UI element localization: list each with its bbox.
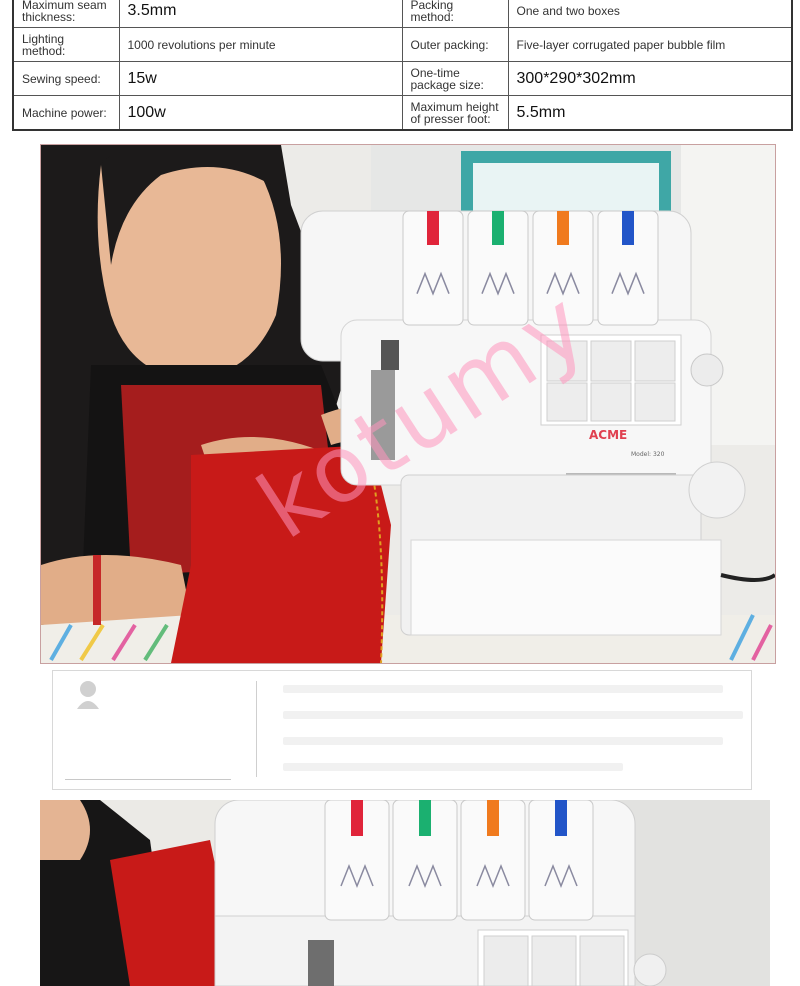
spec-value: 300*290*302mm [507, 61, 793, 96]
overlock-machine-closeup [40, 800, 770, 986]
spec-label: Maximum height of presser foot: [401, 95, 509, 131]
spec-row: Machine power: 100w Maximum height of pr… [12, 95, 793, 131]
spec-table: Maximum seam thickness: 3.5mm Packing me… [12, 0, 793, 131]
spec-value: One and two boxes [507, 0, 793, 28]
spec-row: Sewing speed: 15w One-time package size:… [12, 61, 793, 96]
spec-value: 5.5mm [507, 95, 793, 131]
spec-label: Maximum seam thickness: [12, 0, 120, 28]
product-photo-secondary [40, 800, 770, 986]
product-photo-main: ACME Model: 320 [40, 144, 776, 664]
tension-dial [419, 800, 431, 836]
divider [65, 779, 231, 780]
tension-dial [487, 800, 499, 836]
spec-value: 3.5mm [118, 0, 403, 28]
user-avatar-icon [77, 681, 99, 709]
review-placeholder [52, 670, 752, 790]
tension-dial [492, 211, 504, 245]
spec-value: 100w [118, 95, 403, 131]
spec-row: Lighting method: 1000 revolutions per mi… [12, 27, 793, 62]
machine-brand-label: ACME [589, 428, 627, 442]
spec-label: Packing method: [401, 0, 509, 28]
spec-row: Maximum seam thickness: 3.5mm Packing me… [12, 0, 793, 28]
divider [256, 681, 257, 777]
tension-dial [427, 211, 439, 245]
tension-dial [555, 800, 567, 836]
spec-label: Lighting method: [12, 27, 120, 62]
spec-label: Outer packing: [401, 27, 509, 62]
overlock-machine-illustration: ACME Model: 320 [41, 145, 775, 663]
spec-label: One-time package size: [401, 61, 509, 96]
spec-label: Machine power: [12, 95, 120, 131]
spec-value: 1000 revolutions per minute [118, 27, 403, 62]
tension-dial [622, 211, 634, 245]
spec-label: Sewing speed: [12, 61, 120, 96]
tension-dial [351, 800, 363, 836]
spec-value: Five-layer corrugated paper bubble film [507, 27, 793, 62]
spec-value: 15w [118, 61, 403, 96]
machine-model-label: Model: 320 [631, 451, 665, 458]
tension-dial [557, 211, 569, 245]
